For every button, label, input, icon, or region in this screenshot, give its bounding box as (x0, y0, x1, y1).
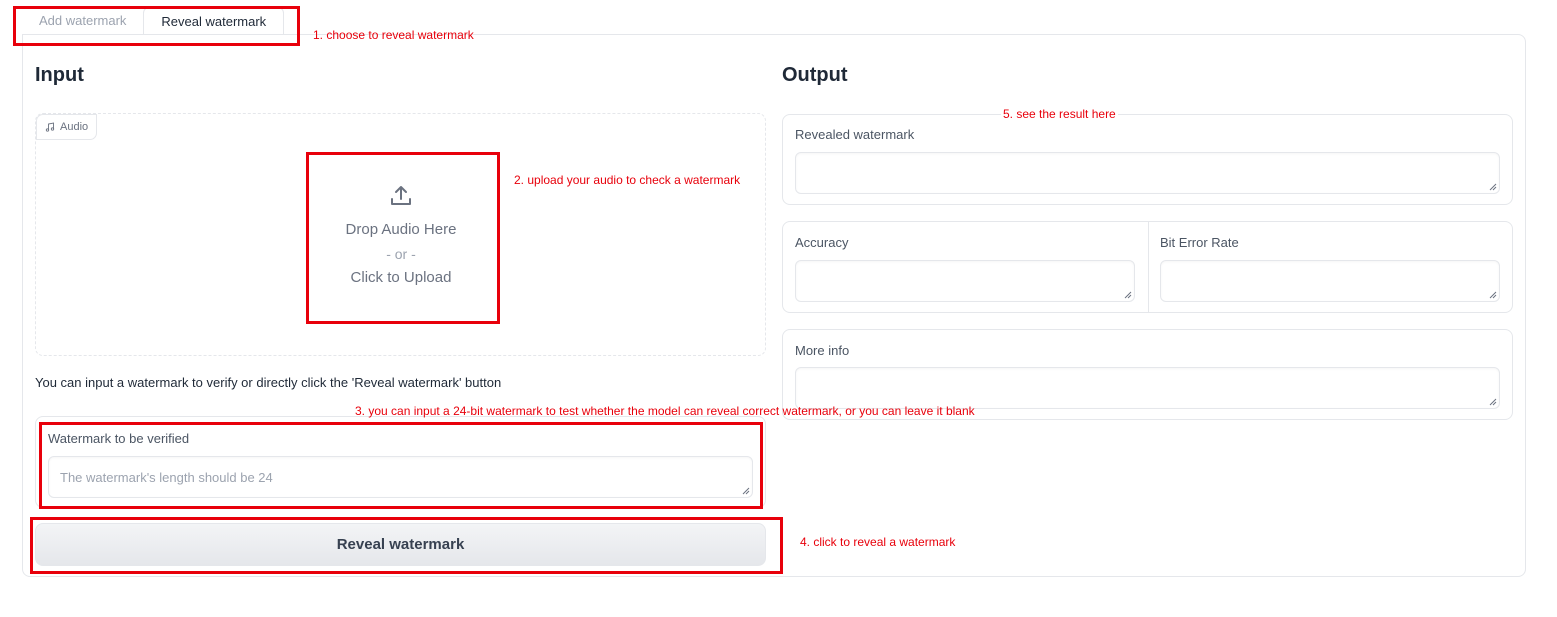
audio-badge-label: Audio (60, 121, 89, 133)
input-heading: Input (35, 64, 84, 86)
audio-upload-block: Audio Drop Audio Here - or - Click to Up… (35, 113, 766, 356)
resize-handle-icon[interactable] (1489, 398, 1497, 406)
revealed-watermark-block: Revealed watermark (782, 114, 1513, 205)
revealed-watermark-label: Revealed watermark (795, 127, 915, 142)
upload-drop-text: Drop Audio Here (345, 221, 457, 238)
verify-watermark-input[interactable]: The watermark's length should be 24 (48, 456, 753, 498)
upload-or-text: - or - (386, 246, 416, 262)
output-heading: Output (782, 64, 848, 86)
upload-click-text: Click to Upload (350, 269, 452, 286)
tab-reveal-watermark[interactable]: Reveal watermark (143, 7, 285, 35)
reveal-watermark-button[interactable]: Reveal watermark (35, 523, 766, 566)
more-info-label: More info (795, 343, 850, 358)
resize-handle-icon[interactable] (1489, 291, 1497, 299)
annotation-step-3: 3. you can input a 24-bit watermark to t… (355, 404, 975, 418)
verify-watermark-label: Watermark to be verified (48, 431, 190, 446)
metrics-block: Accuracy Bit Error Rate (782, 221, 1513, 313)
more-info-output[interactable] (795, 367, 1500, 409)
resize-handle-icon[interactable] (1124, 291, 1132, 299)
verify-info-text: You can input a watermark to verify or d… (35, 375, 502, 390)
revealed-watermark-output[interactable] (795, 152, 1500, 194)
annotation-step-5: 5. see the result here (1001, 107, 1118, 121)
verify-watermark-block: Watermark to be verified The watermark's… (35, 416, 766, 508)
resize-handle-icon[interactable] (742, 487, 750, 495)
bit-error-rate-output[interactable] (1160, 260, 1500, 302)
tab-bar: Add watermark Reveal watermark (22, 7, 285, 35)
annotation-step-4: 4. click to reveal a watermark (800, 535, 956, 549)
accuracy-output[interactable] (795, 260, 1135, 302)
audio-badge: Audio (36, 114, 98, 140)
audio-dropzone[interactable]: Drop Audio Here - or - Click to Upload (326, 184, 476, 294)
music-note-icon (45, 122, 55, 132)
annotation-step-1: 1. choose to reveal watermark (313, 28, 474, 42)
accuracy-label: Accuracy (795, 235, 849, 250)
metrics-divider (1148, 222, 1149, 312)
upload-icon (391, 186, 411, 205)
tab-add-watermark[interactable]: Add watermark (22, 7, 143, 35)
bit-error-rate-label: Bit Error Rate (1160, 235, 1239, 250)
resize-handle-icon[interactable] (1489, 183, 1497, 191)
verify-watermark-placeholder: The watermark's length should be 24 (60, 470, 273, 485)
annotation-step-2: 2. upload your audio to check a watermar… (514, 173, 741, 187)
